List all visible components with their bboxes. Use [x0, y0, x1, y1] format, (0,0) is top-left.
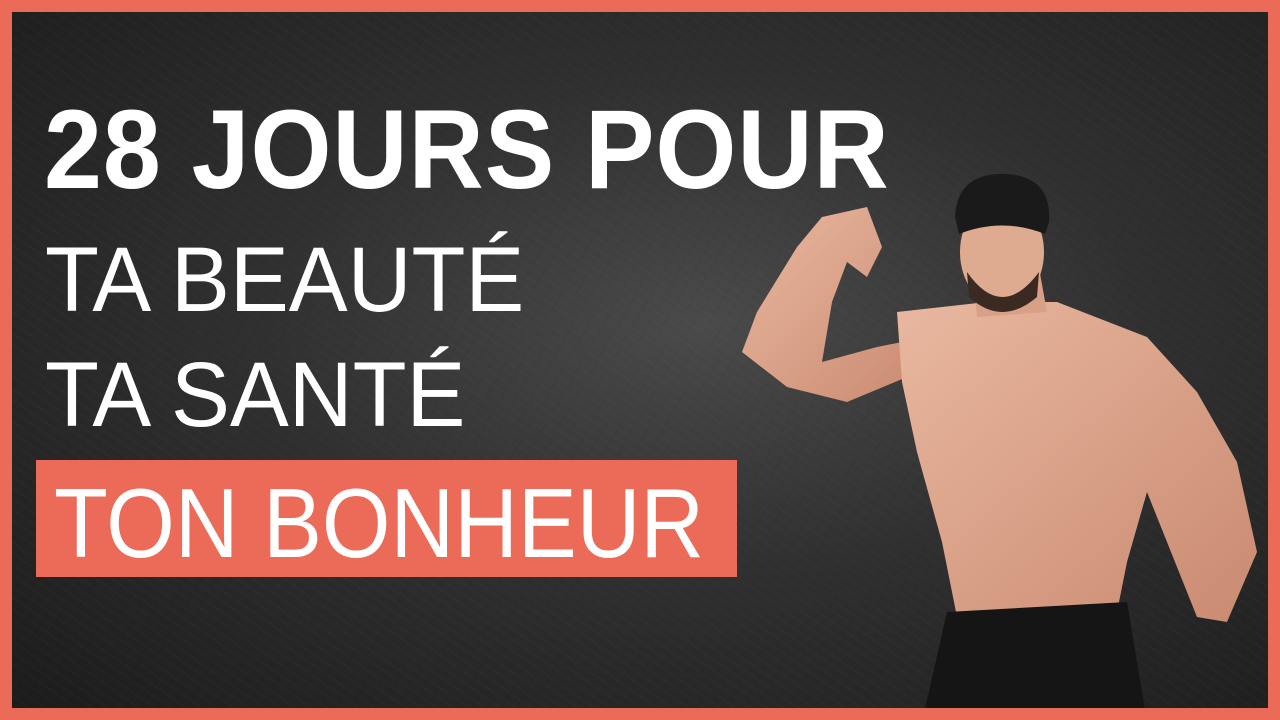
thumbnail-frame: 28 JOURS POUR TA BEAUTÉ TA SANTÉ TON BON…	[0, 0, 1280, 720]
flexing-man-photo	[742, 173, 1257, 708]
highlight-text: TON BONHEUR	[54, 468, 705, 578]
highlight-box: TON BONHEUR	[36, 460, 737, 577]
headline-line-3: TA SANTÉ	[45, 344, 466, 446]
headline-line-2: TA BEAUTÉ	[45, 229, 525, 331]
